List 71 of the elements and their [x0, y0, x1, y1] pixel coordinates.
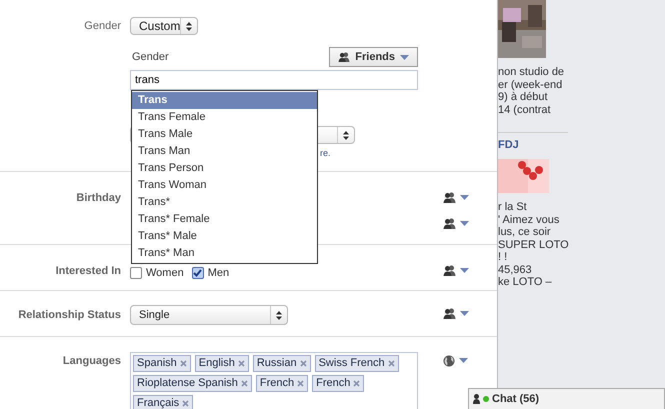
friends-icon	[338, 52, 350, 62]
gender-select[interactable]: Custom	[130, 17, 198, 35]
link[interactable]: re.	[320, 148, 331, 158]
language-token[interactable]: French	[256, 375, 308, 392]
suggestion-item[interactable]: Trans Woman	[132, 177, 317, 194]
ad-text: SUPER LOTO	[498, 238, 569, 251]
caret-icon	[460, 195, 469, 200]
checkbox[interactable]	[192, 266, 204, 278]
ad-text: 45,963	[498, 264, 533, 276]
post-text: non studio de	[498, 66, 564, 78]
post-text: 9) à début	[498, 91, 549, 104]
friends-icon	[443, 192, 456, 203]
language-token[interactable]: Spanish	[133, 355, 191, 372]
suggestion-item[interactable]: Trans Man	[132, 143, 317, 160]
suggestion-item[interactable]: Trans Female	[132, 109, 317, 126]
updown-icon	[186, 22, 192, 30]
caret-icon	[400, 54, 409, 60]
relationship-select[interactable]: Single	[130, 305, 288, 325]
audience-button[interactable]: Friends	[329, 47, 418, 67]
remove-icon[interactable]	[182, 400, 190, 407]
gender-input[interactable]: trans	[130, 70, 418, 90]
caret-icon	[460, 311, 469, 316]
remove-icon[interactable]	[180, 360, 187, 367]
language-token[interactable]: Français	[133, 395, 194, 409]
language-token[interactable]: Swiss French	[314, 355, 399, 372]
field-label: Birthday	[75, 191, 121, 206]
suggestion-item[interactable]: Trans Person	[132, 160, 317, 177]
person-icon	[473, 394, 480, 404]
remove-icon[interactable]	[388, 360, 395, 367]
updown-icon	[343, 130, 349, 140]
field-label: Interested In	[54, 264, 121, 279]
ad-text: r la St	[498, 201, 528, 214]
friends-icon	[443, 308, 456, 319]
suggestion-item[interactable]: Trans* Female	[132, 211, 317, 228]
remove-icon[interactable]	[297, 380, 304, 387]
remove-icon[interactable]	[353, 380, 360, 387]
globe-icon	[443, 354, 455, 366]
language-token[interactable]: English	[194, 355, 249, 372]
chat-bar[interactable]: Chat (56)	[468, 388, 665, 409]
remove-icon[interactable]	[240, 380, 248, 387]
languages-field[interactable]: Spanish English Russian Swiss French Rioplatense Spanish French French Français	[130, 352, 418, 409]
post-text: er (week-end	[498, 78, 564, 91]
caret-icon	[459, 358, 468, 363]
language-token[interactable]: Russian	[252, 355, 311, 372]
caret-icon	[460, 268, 469, 273]
suggestion-item[interactable]: Trans* Man	[132, 245, 317, 262]
checkbox-label: Women	[146, 266, 184, 278]
field-label: Gender	[83, 19, 121, 34]
suggestion-item[interactable]: Trans*	[132, 194, 317, 211]
suggestion-item[interactable]: Trans Male	[132, 126, 317, 143]
field-label: Relationship Status	[17, 308, 121, 323]
suggestion-item[interactable]: Trans	[132, 92, 317, 109]
caret-icon	[460, 221, 469, 226]
ad-text: ke LOTO –	[498, 276, 553, 288]
field-label: Gender	[132, 51, 169, 63]
updown-icon	[276, 310, 282, 320]
remove-icon[interactable]	[300, 360, 307, 367]
ad-text: lus, ce soir	[498, 226, 552, 238]
ad-text: ' Aimez vous	[498, 214, 560, 226]
checkbox-label: Men	[208, 266, 230, 278]
field-label: Languages	[62, 354, 121, 369]
post-text: 14 (contrat	[498, 104, 552, 116]
friends-icon	[443, 265, 456, 276]
checkbox[interactable]	[130, 266, 142, 278]
friends-icon	[443, 218, 456, 229]
language-token[interactable]: Rioplatense Spanish	[133, 375, 252, 392]
page-name[interactable]: FDJ	[498, 139, 519, 151]
language-token[interactable]: French	[312, 375, 364, 392]
ad-text: ! !	[498, 251, 508, 264]
suggestion-item[interactable]: Trans* Male	[132, 228, 317, 245]
remove-icon[interactable]	[238, 360, 245, 367]
